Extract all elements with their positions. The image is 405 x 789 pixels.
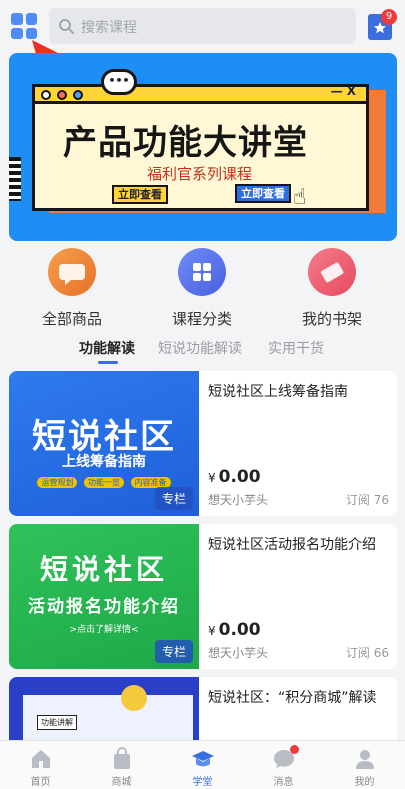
course-card[interactable]: 短说社区 活动报名功能介绍 >点击了解详情< 专栏 短说社区活动报名功能介绍 ¥… [9,524,397,669]
shopping-bag-icon [110,747,134,771]
course-cover: 短说社区 活动报名功能介绍 >点击了解详情< 专栏 [9,524,199,669]
course-price: ¥0.00 [208,467,261,487]
tab-function-interpretation[interactable]: 功能解读 [79,338,135,358]
tab-duanshuo-function[interactable]: 短说功能解读 [158,338,242,358]
graduation-cap-icon [191,747,215,771]
search-icon [59,19,74,34]
cover-label: 功能讲解 [37,715,77,730]
banner-subtitle: 福利官系列课程 [147,165,253,183]
category-course-types[interactable]: 课程分类 [152,248,252,329]
course-title: 短说社区：“积分商城”解读 [208,690,377,706]
course-title: 短说社区活动报名功能介绍 [208,537,376,553]
chat-bubble-icon [48,248,96,296]
search-placeholder: 搜索课程 [81,20,137,36]
tab-practical-tips[interactable]: 实用干货 [268,338,324,358]
bottom-nav: 首页 商城 学堂 消息 我的 [0,740,405,789]
column-tag: 专栏 [154,640,193,663]
home-icon [29,747,53,771]
category-label: 课程分类 [171,310,232,328]
course-subscriptions: 订阅 76 [345,493,389,507]
course-subscriptions: 订阅 66 [345,646,389,660]
menu-grid-icon[interactable] [11,13,37,39]
hand-cursor-icon: ☝ [293,185,307,210]
course-cover: 短说社区 上线筹备指南 运营规划 功能一览 内容准备 专栏 [9,371,199,516]
banner-window: — X ••• 产品功能大讲堂 福利官系列课程 立即查看 立即查看 [32,69,369,211]
promo-banner[interactable]: — X ••• 产品功能大讲堂 福利官系列课程 立即查看 立即查看 ☝ [9,53,397,241]
nav-profile[interactable]: 我的 [324,741,405,789]
ticket-icon [308,248,356,296]
active-tab-indicator [98,361,118,364]
unread-dot [289,745,299,754]
category-my-bookshelf[interactable]: 我的书架 [282,248,382,329]
banner-title: 产品功能大讲堂 [63,123,308,163]
nav-school[interactable]: 学堂 [162,741,243,789]
category-label: 我的书架 [301,310,362,328]
banner-view-button-right[interactable]: 立即查看 [235,184,291,203]
app-screen: 搜索课程 9 — X ••• 产品功能大讲堂 福利官系列课程 立即查看 立即查看… [0,0,405,789]
course-price: ¥0.00 [208,620,261,640]
column-tag: 专栏 [154,487,193,510]
category-label: 全部商品 [41,310,102,328]
course-card[interactable]: 短说社区 上线筹备指南 运营规划 功能一览 内容准备 专栏 短说社区上线筹备指南… [9,371,397,516]
course-author: 想天小芋头 [208,493,269,507]
banner-view-button-left[interactable]: 立即查看 [112,185,168,204]
nav-messages[interactable]: 消息 [243,741,324,789]
decorative-stripes [9,157,21,201]
course-title: 短说社区上线筹备指南 [208,384,348,400]
course-tabs: 功能解读 短说功能解读 实用干货 [0,336,405,366]
nav-home[interactable]: 首页 [0,741,81,789]
grid-icon [178,248,226,296]
nav-mall[interactable]: 商城 [81,741,162,789]
cart-count-badge: 9 [381,9,397,25]
message-icon [272,745,299,771]
course-author: 想天小芋头 [208,646,269,660]
chat-bubble-icon: ••• [101,69,137,95]
user-icon [353,747,377,771]
window-controls: — X [330,84,356,98]
category-all-products[interactable]: 全部商品 [22,248,122,329]
